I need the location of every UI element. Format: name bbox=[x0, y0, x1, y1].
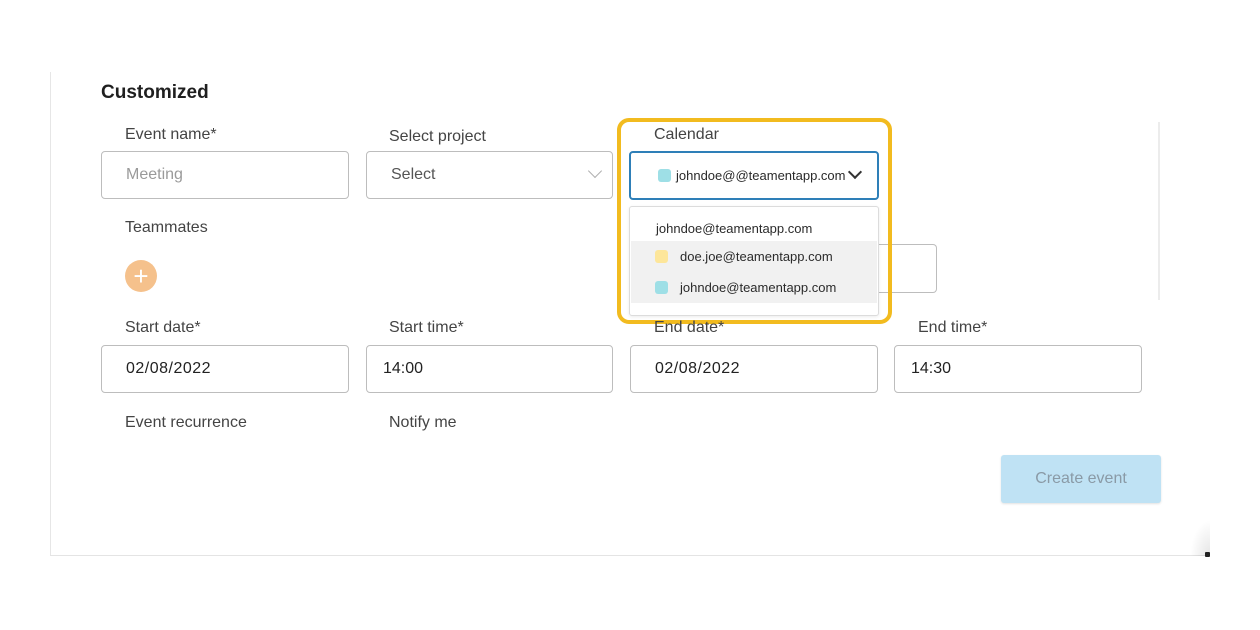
card-border-left bbox=[50, 72, 51, 556]
card-border-bottom bbox=[50, 555, 1210, 556]
calendar-color-swatch bbox=[658, 169, 671, 182]
calendar-color-swatch bbox=[655, 281, 668, 294]
project-select-value: Select bbox=[391, 166, 436, 183]
section-title: Customized bbox=[101, 82, 209, 103]
calendar-select[interactable]: johndoe@@teamentapp.com bbox=[629, 151, 879, 200]
partially-hidden-field[interactable] bbox=[878, 244, 937, 293]
chevron-down-icon bbox=[847, 164, 863, 180]
start-date-label: Start date* bbox=[125, 319, 201, 336]
plus-icon: + bbox=[133, 261, 149, 291]
dropdown-option-label: johndoe@teamentapp.com bbox=[680, 280, 837, 295]
event-recurrence-label: Event recurrence bbox=[125, 414, 247, 431]
teammates-label: Teammates bbox=[125, 219, 208, 236]
start-date-input[interactable]: 02/08/2022 bbox=[101, 345, 349, 393]
end-time-value: 14:30 bbox=[911, 360, 952, 377]
select-project-label: Select project bbox=[389, 128, 486, 145]
calendar-label: Calendar bbox=[654, 126, 719, 143]
start-time-input[interactable]: 14:00 bbox=[366, 345, 613, 393]
corner-shadow bbox=[1190, 520, 1210, 556]
event-name-placeholder: Meeting bbox=[126, 166, 183, 183]
end-date-input[interactable]: 02/08/2022 bbox=[630, 345, 878, 393]
calendar-selected-value: johndoe@@teamentapp.com bbox=[676, 168, 846, 183]
calendar-dropdown: johndoe@teamentapp.com doe.joe@teamentap… bbox=[629, 206, 879, 316]
project-select[interactable]: Select bbox=[366, 151, 613, 199]
start-date-value: 02/08/2022 bbox=[126, 360, 212, 377]
dropdown-option-label: doe.joe@teamentapp.com bbox=[680, 249, 833, 264]
end-date-value: 02/08/2022 bbox=[655, 360, 741, 377]
end-date-label: End date* bbox=[654, 319, 725, 336]
corner-marker bbox=[1205, 552, 1210, 557]
start-time-value: 14:00 bbox=[383, 360, 424, 377]
dropdown-option[interactable]: doe.joe@teamentapp.com bbox=[631, 241, 877, 272]
dropdown-header: johndoe@teamentapp.com bbox=[656, 221, 813, 236]
end-time-label: End time* bbox=[918, 319, 988, 336]
event-name-input[interactable]: Meeting bbox=[101, 151, 349, 199]
event-name-label: Event name* bbox=[125, 126, 217, 143]
start-time-label: Start time* bbox=[389, 319, 464, 336]
notify-me-label: Notify me bbox=[389, 414, 457, 431]
create-event-button[interactable]: Create event bbox=[1001, 455, 1161, 503]
add-teammate-button[interactable]: + bbox=[125, 260, 157, 292]
scrollbar-track[interactable] bbox=[1158, 122, 1160, 300]
chevron-down-icon bbox=[587, 163, 603, 179]
end-time-input[interactable]: 14:30 bbox=[894, 345, 1142, 393]
dropdown-option[interactable]: johndoe@teamentapp.com bbox=[631, 272, 877, 303]
calendar-color-swatch bbox=[655, 250, 668, 263]
